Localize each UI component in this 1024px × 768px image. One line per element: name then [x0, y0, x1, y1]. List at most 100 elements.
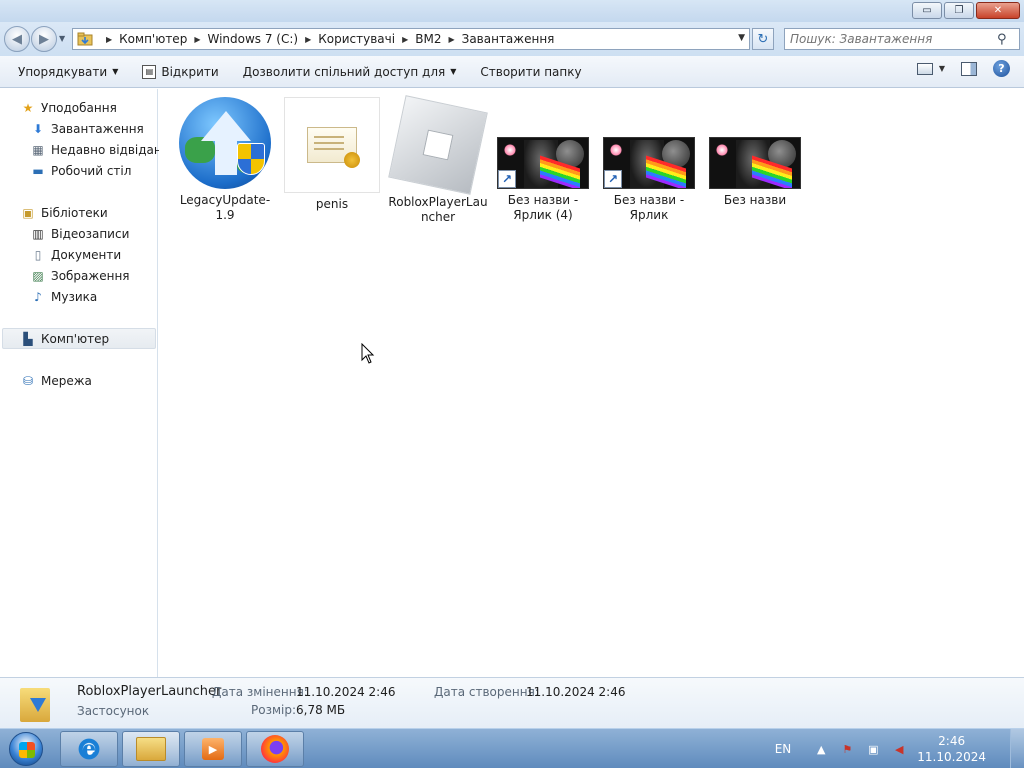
- back-button[interactable]: ◀: [4, 26, 30, 52]
- sidebar-item-label: Бібліотеки: [41, 205, 108, 220]
- media-player-icon: ▶: [202, 738, 224, 760]
- music-icon: ♪: [34, 289, 42, 304]
- sidebar-item-documents[interactable]: ▯ Документи: [30, 244, 121, 265]
- file-list: LegacyUpdate-1.9 penis RobloxPlayerLaunc…: [159, 89, 1024, 677]
- minimize-button[interactable]: ▭: [912, 2, 942, 19]
- new-folder-label: Створити папку: [480, 64, 582, 79]
- sidebar-item-label: Робочий стіл: [51, 163, 132, 178]
- shortcut-arrow-icon: ↗: [498, 170, 516, 188]
- clock[interactable]: 2:46 11.10.2024: [917, 733, 986, 765]
- preview-pane-icon[interactable]: [961, 61, 977, 76]
- address-bar[interactable]: ▶ Комп'ютер ▶ Windows 7 (C:) ▶ Користува…: [72, 28, 750, 50]
- explorer-icon: [136, 737, 166, 761]
- close-button[interactable]: ✕: [976, 2, 1020, 19]
- taskbar-explorer[interactable]: [122, 731, 180, 767]
- address-dropdown-icon[interactable]: ▼: [738, 33, 745, 43]
- action-center-flag-icon[interactable]: ⚑: [839, 741, 855, 757]
- file-item[interactable]: Без назви: [703, 97, 807, 208]
- sidebar-item-recent[interactable]: ▦ Недавно відвідане: [30, 139, 169, 160]
- refresh-button[interactable]: ↻: [752, 28, 774, 50]
- detail-file-type: Застосунок: [77, 704, 150, 718]
- window-titlebar: ▭ ❐ ✕: [0, 0, 1024, 22]
- organize-button[interactable]: Упорядкувати ▼: [12, 60, 124, 84]
- change-view-icon[interactable]: [916, 62, 933, 75]
- search-input[interactable]: [785, 32, 995, 46]
- sidebar-item-network[interactable]: ⛁ Мережа: [20, 370, 92, 391]
- internet-explorer-icon: e: [76, 736, 102, 762]
- file-item[interactable]: ↗ Без назви - Ярлик (4): [491, 97, 595, 223]
- taskbar-media-player[interactable]: ▶: [184, 731, 242, 767]
- detail-file-name: RobloxPlayerLauncher: [77, 684, 222, 699]
- share-button[interactable]: Дозволити спільний доступ для ▼: [237, 60, 463, 84]
- application-icon: [20, 684, 54, 724]
- detail-modified-value: 11.10.2024 2:46: [296, 685, 396, 699]
- file-item[interactable]: RobloxPlayerLauncher: [386, 95, 490, 225]
- document-icon: ▯: [34, 247, 42, 262]
- help-icon[interactable]: ?: [993, 60, 1010, 77]
- language-indicator[interactable]: EN: [775, 742, 792, 756]
- new-folder-button[interactable]: Створити папку: [474, 60, 587, 84]
- sidebar-item-downloads[interactable]: ⬇ Завантаження: [30, 118, 144, 139]
- picture-icon: ▨: [32, 268, 44, 283]
- show-desktop-button[interactable]: [1010, 729, 1024, 768]
- clock-time: 2:46: [938, 734, 966, 748]
- chevron-right-icon[interactable]: ▶: [448, 35, 454, 44]
- recent-places-icon: ▦: [32, 142, 44, 157]
- sidebar-item-label: Музика: [51, 289, 98, 304]
- roblox-icon: [388, 95, 488, 195]
- address-row: ◀ ▶ ▼ ▶ Комп'ютер ▶ Windows 7 (C:) ▶ Кор…: [0, 22, 1024, 56]
- search-box[interactable]: ⚲: [784, 28, 1020, 50]
- sidebar-item-label: Документи: [51, 247, 122, 262]
- file-name: Без назви - Ярлик: [613, 193, 685, 222]
- breadcrumb-downloads[interactable]: Завантаження: [462, 32, 555, 46]
- recent-pages-dropdown-icon[interactable]: ▼: [59, 34, 65, 43]
- file-item[interactable]: LegacyUpdate-1.9: [173, 97, 277, 223]
- sidebar-item-label: Мережа: [41, 373, 92, 388]
- certificate-icon: [284, 97, 380, 193]
- sidebar-item-favorites[interactable]: ★ Уподобання: [20, 97, 117, 118]
- chevron-right-icon[interactable]: ▶: [305, 35, 311, 44]
- breadcrumb-users[interactable]: Користувачі: [318, 32, 395, 46]
- taskbar-internet-explorer[interactable]: e: [60, 731, 118, 767]
- command-bar: Упорядкувати ▼ ▤ Відкрити Дозволити спіл…: [0, 56, 1024, 88]
- file-item[interactable]: ↗ Без назви - Ярлик: [597, 97, 701, 223]
- search-icon[interactable]: ⚲: [997, 32, 1007, 47]
- file-item[interactable]: penis: [280, 97, 384, 212]
- taskbar-firefox[interactable]: [246, 731, 304, 767]
- volume-muted-icon[interactable]: ◀: [891, 741, 907, 757]
- start-button[interactable]: [2, 730, 50, 768]
- view-controls: ▼ ?: [916, 60, 1010, 77]
- navigation-pane: ★ Уподобання ⬇ Завантаження ▦ Недавно ві…: [0, 89, 169, 677]
- sidebar-item-desktop[interactable]: ▬ Робочий стіл: [30, 160, 131, 181]
- details-pane: RobloxPlayerLauncher Застосунок Дата змі…: [0, 677, 1024, 728]
- video-icon: ▥: [32, 226, 44, 241]
- show-hidden-icons-icon[interactable]: ▲: [813, 741, 829, 757]
- sidebar-item-music[interactable]: ♪ Музика: [30, 286, 97, 307]
- chevron-right-icon[interactable]: ▶: [106, 35, 112, 44]
- sidebar-item-videos[interactable]: ▥ Відеозаписи: [30, 223, 129, 244]
- chevron-right-icon[interactable]: ▶: [402, 35, 408, 44]
- maximize-button[interactable]: ❐: [944, 2, 974, 19]
- view-dropdown-icon[interactable]: ▼: [939, 64, 945, 73]
- folder-icon: [77, 32, 93, 46]
- network-icon[interactable]: ▣: [865, 741, 881, 757]
- taskbar: e ▶ EN ▲ ⚑ ▣ ◀ 2:46 11.10.2024: [0, 728, 1024, 768]
- breadcrumb-drive[interactable]: Windows 7 (C:): [207, 32, 298, 46]
- share-label: Дозволити спільний доступ для: [242, 64, 446, 79]
- star-icon: ★: [22, 100, 34, 115]
- open-button[interactable]: ▤ Відкрити: [136, 60, 224, 84]
- sidebar-item-label: Відеозаписи: [51, 226, 130, 241]
- firefox-icon: [261, 735, 289, 763]
- mouse-cursor-icon: [361, 343, 375, 364]
- image-thumbnail: [709, 137, 801, 189]
- breadcrumb-user[interactable]: BM2: [415, 32, 441, 46]
- chevron-down-icon: ▼: [112, 67, 119, 76]
- chevron-right-icon[interactable]: ▶: [194, 35, 200, 44]
- sidebar-item-pictures[interactable]: ▨ Зображення: [30, 265, 129, 286]
- forward-button[interactable]: ▶: [31, 26, 57, 52]
- breadcrumb-computer[interactable]: Комп'ютер: [119, 32, 187, 46]
- libraries-icon: ▣: [22, 205, 34, 220]
- sidebar-item-computer[interactable]: ▙ Комп'ютер: [2, 328, 156, 349]
- sidebar-item-libraries[interactable]: ▣ Бібліотеки: [20, 202, 108, 223]
- detail-created-value: 11.10.2024 2:46: [526, 685, 626, 699]
